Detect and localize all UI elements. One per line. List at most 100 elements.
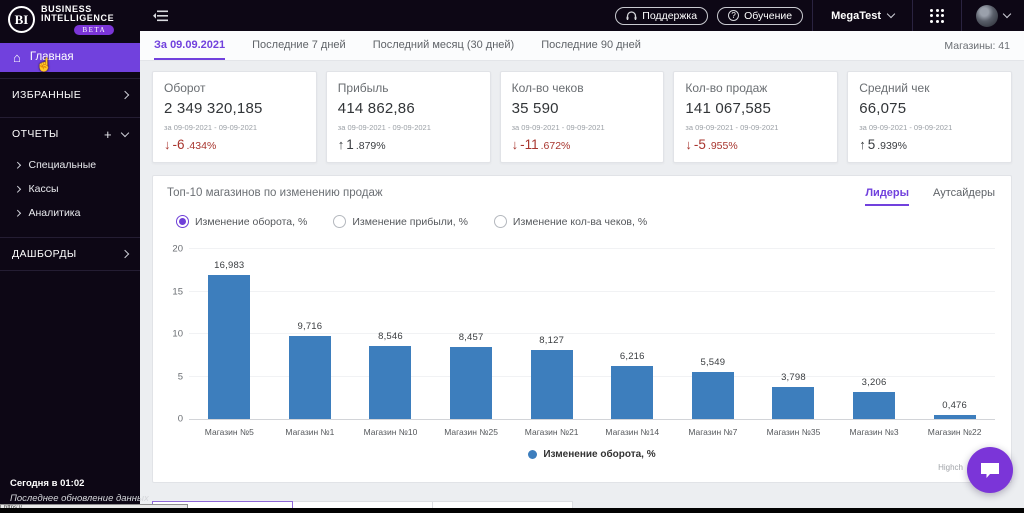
chevron-right-icon: [14, 161, 21, 169]
xaxis-row: Магазин №5 Магазин №1 Магазин №10 Магазин №…: [189, 427, 995, 437]
arrow-down-icon: ↓: [685, 137, 692, 152]
bar[interactable]: [611, 366, 654, 419]
chat-bubble-icon: [981, 462, 999, 478]
bar[interactable]: [933, 414, 976, 419]
chevron-down-icon[interactable]: [120, 128, 130, 138]
bottom-tab[interactable]: По кол-ву продаж: [292, 501, 433, 508]
plus-icon[interactable]: +: [104, 128, 112, 141]
sidebar-subitem[interactable]: Специальные: [0, 153, 140, 177]
leaders-outsiders-tabs: Лидеры Аутсайдеры: [865, 187, 995, 206]
period-tab[interactable]: За 09.09.2021: [154, 31, 226, 60]
kpi-card: Кол-во продаж 141 067,585 за 09-09-2021 - …: [673, 71, 839, 163]
collapse-menu-icon[interactable]: [153, 10, 168, 22]
radio-icon[interactable]: [333, 215, 347, 228]
sidebar-item-reports[interactable]: ОТЧЕТЫ +: [0, 116, 140, 151]
last-update-label: Последнее обновление данных: [10, 493, 149, 504]
bar-chart: 0 5 10 15 20 16,983 9,716 8,546 8,457 8,127 6,216 5…: [172, 244, 995, 460]
x-axis-label: Магазин №35: [766, 427, 821, 437]
brand-line2: INTELLIGENCE: [41, 13, 115, 24]
bar-value-label: 16,983: [214, 259, 245, 271]
bar-value-label: 5,549: [700, 356, 726, 368]
radio-icon[interactable]: [176, 215, 189, 228]
kpi-delta-value: 5: [867, 137, 876, 152]
home-icon: ⌂: [13, 49, 21, 65]
kpi-delta-fraction: .939%: [877, 140, 907, 152]
sidebar-item-dashboards[interactable]: ДАШБОРДЫ: [0, 236, 140, 271]
arrow-down-icon: ↓: [511, 137, 519, 152]
x-axis-label: Магазин №22: [927, 427, 982, 437]
sidebar-item-home[interactable]: ⌂ Главная ☝: [0, 42, 140, 72]
kpi-delta: ↓ -6.434%: [164, 137, 305, 152]
x-axis-label: Магазин №7: [688, 427, 738, 437]
chat-fab-button[interactable]: [967, 447, 1013, 493]
favorites-label: ИЗБРАННЫЕ: [12, 88, 82, 101]
kpi-value: 2 349 320,185: [164, 100, 263, 117]
account-menu[interactable]: MegaTest: [813, 10, 912, 22]
sidebar-subitem[interactable]: Кассы: [0, 177, 140, 201]
metric-radio[interactable]: Изменение оборота, %: [176, 215, 307, 228]
bar-value-label: 8,457: [458, 332, 484, 344]
metric-radio-group: Изменение оборота, % Изменение прибыли, %…: [153, 206, 1011, 228]
arrow-up-icon: ↑: [337, 137, 345, 152]
metric-radio[interactable]: Изменение кол-ва чеков, %: [493, 215, 647, 228]
sidebar-subitem-label: Кассы: [28, 182, 59, 195]
y-axis-tick: 10: [172, 328, 183, 340]
y-axis-tick: 15: [172, 286, 183, 297]
reports-subitems: Специальные Кассы Аналитика: [0, 151, 140, 231]
bar-value-label: 8,127: [539, 334, 565, 346]
bar-value-label: 9,716: [297, 321, 323, 333]
bar-column: 3,206: [834, 250, 915, 419]
bar[interactable]: [288, 336, 331, 419]
kpi-delta-value: -6: [172, 137, 185, 152]
beta-badge: BETA: [74, 24, 115, 35]
training-button[interactable]: ? Обучение: [717, 6, 804, 25]
bar[interactable]: [208, 274, 251, 419]
period-tab[interactable]: Последние 7 дней: [252, 31, 346, 60]
arrow-up-icon: ↑: [859, 137, 866, 152]
kpi-delta-value: 1: [346, 137, 354, 152]
apps-grid-icon[interactable]: [913, 8, 961, 23]
bar-column: 8,546: [350, 250, 431, 419]
sidebar-item-favorites[interactable]: ИЗБРАННЫЕ: [0, 77, 140, 111]
reports-label: ОТЧЕТЫ: [12, 128, 59, 141]
panel-title: Топ-10 магазинов по изменению продаж: [167, 187, 383, 199]
bar[interactable]: [450, 347, 493, 419]
kpi-value: 35 590: [511, 100, 559, 117]
period-tab[interactable]: Последний месяц (30 дней): [373, 31, 515, 60]
sidebar-subitem-label: Специальные: [28, 158, 97, 171]
bar[interactable]: [772, 386, 815, 419]
bar-column: 3,798: [753, 250, 834, 419]
radio-icon[interactable]: [493, 215, 507, 228]
bar-column: 6,216: [592, 250, 673, 419]
support-button[interactable]: Поддержка: [615, 6, 709, 25]
sidebar: BI BUSINESS INTELLIGENCE BETA ⌂ Главная …: [0, 0, 188, 513]
chart-legend: Изменение оборота, %: [189, 449, 995, 460]
period-tab[interactable]: Последние 90 дней: [541, 31, 641, 60]
chevron-down-icon: [1002, 9, 1012, 19]
bar[interactable]: [691, 371, 734, 419]
bar[interactable]: [369, 346, 412, 419]
bar[interactable]: [853, 391, 896, 419]
question-circle-icon: ?: [728, 10, 740, 21]
kpi-delta-value: -11: [520, 137, 539, 152]
period-tabs: За 09.09.2021 Последние 7 дней Последний м…: [140, 31, 1024, 61]
mouse-cursor-hand: ☝: [36, 56, 53, 72]
metric-radio-label: Изменение оборота, %: [195, 215, 308, 228]
kpi-delta: ↓ -5.955%: [685, 137, 826, 152]
bottom-strip: [0, 508, 1024, 513]
sidebar-subitem[interactable]: Аналитика: [0, 201, 140, 225]
user-avatar-menu[interactable]: [962, 4, 1024, 27]
avatar: [976, 4, 998, 27]
tab-leaders[interactable]: Лидеры: [865, 187, 910, 206]
bottom-tab[interactable]: По прибыли: [432, 501, 573, 508]
kpi-cards-row: Оборот 2 349 320,185 за 09-09-2021 - 09-09…: [140, 61, 1024, 175]
kpi-card: Средний чек 66,075 за 09-09-2021 - 09-09-2…: [847, 71, 1012, 163]
kpi-delta-value: -5: [693, 137, 706, 152]
tab-outsiders[interactable]: Аутсайдеры: [933, 187, 995, 206]
metric-radio[interactable]: Изменение прибыли, %: [333, 215, 468, 228]
kpi-delta-fraction: .879%: [355, 140, 386, 152]
x-axis-label: Магазин №3: [849, 427, 899, 437]
stores-count-label: Магазины: 41: [944, 39, 1010, 52]
account-name: MegaTest: [831, 9, 881, 22]
bar[interactable]: [530, 349, 573, 419]
